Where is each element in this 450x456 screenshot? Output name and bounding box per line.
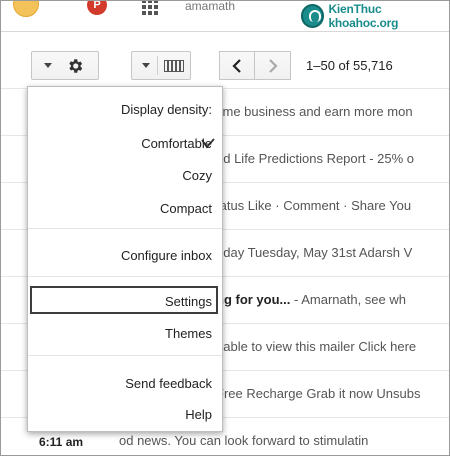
density-comfortable[interactable]: Comfortable <box>28 131 222 157</box>
configure-inbox-item[interactable]: Configure inbox <box>28 243 222 269</box>
chevron-right-icon <box>268 58 278 73</box>
themes-item[interactable]: Themes <box>28 321 222 347</box>
top-divider <box>1 31 449 32</box>
button-separator <box>157 56 158 75</box>
message-snippet: tatus Like · Comment · Share You <box>216 198 412 213</box>
message-snippet: Free Recharge Grab it now Unsubs <box>216 386 421 401</box>
help-item[interactable]: Help <box>28 402 222 428</box>
avatar[interactable] <box>13 1 39 17</box>
watermark-logo: KienThuc khoahoc.org <box>301 1 449 31</box>
message-snippet: ed Life Predictions Report - 25% o <box>216 151 414 166</box>
display-density-label: Display density: <box>120 102 212 117</box>
menu-separator <box>28 355 222 356</box>
message-snippet: ng for you... - Amarnath, see wh <box>216 292 406 307</box>
message-time: 6:11 am <box>39 435 84 449</box>
pagination-buttons <box>219 51 291 80</box>
message-snippet: time business and earn more mon <box>216 104 413 119</box>
pagination-count: 1–50 of 55,716 <box>306 58 393 73</box>
gear-icon <box>69 59 83 73</box>
settings-menu: Display density: Comfortable Cozy Compac… <box>27 86 223 432</box>
send-feedback-item[interactable]: Send feedback <box>28 371 222 397</box>
settings-gear-button[interactable] <box>31 51 99 80</box>
density-cozy[interactable]: Cozy <box>28 163 222 189</box>
brand-logo-icon <box>301 4 325 28</box>
watermark-text: KienThuc khoahoc.org <box>328 2 399 30</box>
message-preview: - Amarnath, see wh <box>290 292 407 307</box>
message-snippet: nable to view this mailer Click here <box>216 339 417 354</box>
chevron-down-icon <box>142 63 150 68</box>
chevron-down-icon <box>44 63 52 68</box>
notification-badge[interactable]: P <box>87 1 107 15</box>
settings-item[interactable]: Settings <box>28 289 222 315</box>
message-snippet: nday Tuesday, May 31st Adarsh V <box>216 245 413 260</box>
chevron-left-icon <box>232 58 241 73</box>
keyboard-icon <box>164 60 184 72</box>
message-snippet: od news. You can look forward to stimula… <box>119 433 369 448</box>
top-bar: P amamath KienThuc khoahoc.org <box>1 1 449 32</box>
message-subject: ng for you... <box>216 292 291 307</box>
gmail-window: P amamath KienThuc khoahoc.org 1–50 of 5… <box>0 0 450 456</box>
menu-separator <box>28 276 222 277</box>
input-tools-button[interactable] <box>131 51 191 80</box>
older-button[interactable] <box>255 51 291 80</box>
menu-separator <box>28 228 222 229</box>
newer-button[interactable] <box>219 51 255 80</box>
apps-grid-icon[interactable] <box>142 1 160 15</box>
density-compact[interactable]: Compact <box>28 196 222 222</box>
user-name[interactable]: amamath <box>185 1 235 13</box>
